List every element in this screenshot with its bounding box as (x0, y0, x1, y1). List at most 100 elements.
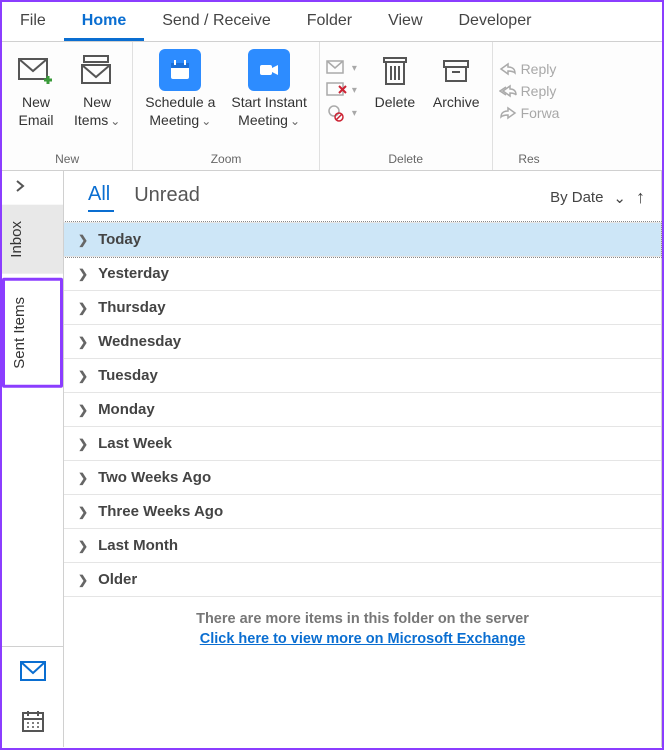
ribbon-group-label-respond: Res (518, 150, 539, 168)
calendar-icon (159, 50, 201, 90)
start-instant-line2: Meeting (238, 112, 300, 130)
sort-direction-icon[interactable]: ↑ (636, 187, 645, 208)
archive-icon (441, 50, 471, 90)
group-older[interactable]: ❯ Older (64, 563, 661, 597)
filter-unread-tab[interactable]: Unread (134, 184, 216, 211)
group-yesterday[interactable]: ❯ Yesterday (64, 257, 661, 291)
filter-all-tab[interactable]: All (88, 183, 114, 212)
forward-label: Forwa (521, 105, 560, 121)
chevron-right-icon (14, 180, 26, 192)
chevron-right-icon: ❯ (78, 539, 88, 553)
start-instant-meeting-button[interactable]: Start Instant Meeting (225, 46, 312, 133)
new-items-icon (80, 50, 114, 90)
schedule-meeting-line2: Meeting (149, 112, 211, 130)
reply-all-button[interactable]: Reply (499, 83, 560, 99)
group-label: Tuesday (98, 367, 158, 384)
chevron-right-icon: ❯ (78, 369, 88, 383)
reply-all-label: Reply (521, 83, 557, 99)
group-label: Yesterday (98, 265, 169, 282)
menuitem-home[interactable]: Home (64, 6, 144, 41)
chevron-down-icon: ⌄ (613, 189, 626, 207)
chevron-right-icon: ❯ (78, 233, 88, 247)
cleanup-button[interactable]: ▾ (326, 82, 357, 98)
chevron-right-icon: ❯ (78, 335, 88, 349)
sort-control[interactable]: By Date ⌄ ↑ (550, 187, 645, 208)
delete-mini-column: ▾ ▾ ▾ (326, 46, 363, 136)
chevron-right-icon: ❯ (78, 437, 88, 451)
group-today[interactable]: ❯ Today (64, 222, 661, 257)
mail-nav-button[interactable] (2, 647, 63, 695)
sidebar-item-inbox[interactable]: Inbox (2, 205, 63, 274)
menuitem-file[interactable]: File (2, 6, 64, 41)
new-email-line1: New (22, 94, 50, 112)
ribbon: New Email New Items New (2, 41, 662, 171)
menuitem-send-receive[interactable]: Send / Receive (144, 6, 289, 41)
chevron-right-icon: ❯ (78, 573, 88, 587)
new-email-line2: Email (18, 112, 53, 130)
ribbon-group-new: New Email New Items New (2, 42, 133, 170)
new-items-line1: New (83, 94, 111, 112)
group-label: Last Week (98, 435, 172, 452)
group-tuesday[interactable]: ❯ Tuesday (64, 359, 661, 393)
forward-button[interactable]: Forwa (499, 105, 560, 121)
group-two-weeks-ago[interactable]: ❯ Two Weeks Ago (64, 461, 661, 495)
view-more-link[interactable]: Click here to view more on Microsoft Exc… (64, 631, 661, 657)
delete-button[interactable]: Delete (367, 46, 423, 116)
ignore-button[interactable]: ▾ (326, 60, 357, 76)
new-items-line2: Items (74, 112, 120, 130)
date-group-list: ❯ Today ❯ Yesterday ❯ Thursday ❯ Wednesd… (64, 222, 661, 597)
junk-button[interactable]: ▾ (326, 104, 357, 122)
ribbon-group-delete: ▾ ▾ ▾ Delete Archive (320, 42, 493, 170)
message-list-pane: All Unread By Date ⌄ ↑ ❯ Today ❯ Yesterd… (64, 171, 662, 747)
menuitem-folder[interactable]: Folder (289, 6, 370, 41)
group-thursday[interactable]: ❯ Thursday (64, 291, 661, 325)
group-label: Last Month (98, 537, 178, 554)
new-email-button[interactable]: New Email (8, 46, 64, 133)
group-last-week[interactable]: ❯ Last Week (64, 427, 661, 461)
group-three-weeks-ago[interactable]: ❯ Three Weeks Ago (64, 495, 661, 529)
reply-button[interactable]: Reply (499, 61, 560, 77)
calendar-nav-icon (21, 709, 45, 733)
envelope-plus-icon (18, 50, 54, 90)
group-wednesday[interactable]: ❯ Wednesday (64, 325, 661, 359)
ribbon-group-respond: Reply Reply Forwa Res (493, 42, 566, 170)
archive-label: Archive (433, 94, 480, 112)
group-label: Three Weeks Ago (98, 503, 223, 520)
schedule-meeting-line1: Schedule a (145, 94, 215, 112)
trash-icon (381, 50, 409, 90)
sidebar-item-sent[interactable]: Sent Items (2, 278, 63, 388)
chevron-right-icon: ❯ (78, 301, 88, 315)
video-icon (248, 50, 290, 90)
expand-folders-button[interactable] (2, 171, 63, 205)
menuitem-view[interactable]: View (370, 6, 440, 41)
delete-label: Delete (375, 94, 415, 112)
folder-sidebar: Inbox Sent Items (2, 171, 64, 747)
schedule-meeting-button[interactable]: Schedule a Meeting (139, 46, 221, 133)
mail-icon (20, 661, 46, 681)
group-monday[interactable]: ❯ Monday (64, 393, 661, 427)
calendar-nav-button[interactable] (2, 695, 63, 747)
new-items-button[interactable]: New Items (68, 46, 126, 133)
archive-button[interactable]: Archive (427, 46, 486, 116)
main-content: Inbox Sent Items All Unread By Date ⌄ ↑ … (2, 171, 662, 747)
group-label: Two Weeks Ago (98, 469, 211, 486)
menuitem-developer[interactable]: Developer (441, 6, 550, 41)
group-label: Today (98, 231, 141, 248)
chevron-right-icon: ❯ (78, 403, 88, 417)
ribbon-group-label-new: New (55, 150, 79, 168)
respond-column: Reply Reply Forwa (499, 46, 560, 136)
ribbon-group-label-zoom: Zoom (211, 150, 242, 168)
list-header: All Unread By Date ⌄ ↑ (64, 179, 661, 222)
group-last-month[interactable]: ❯ Last Month (64, 529, 661, 563)
chevron-right-icon: ❯ (78, 267, 88, 281)
group-label: Wednesday (98, 333, 181, 350)
reply-label: Reply (521, 61, 557, 77)
group-label: Older (98, 571, 137, 588)
group-label: Monday (98, 401, 155, 418)
server-items-message: There are more items in this folder on t… (64, 597, 661, 631)
group-label: Thursday (98, 299, 166, 316)
chevron-right-icon: ❯ (78, 471, 88, 485)
menubar: File Home Send / Receive Folder View Dev… (2, 2, 662, 41)
chevron-right-icon: ❯ (78, 505, 88, 519)
start-instant-line1: Start Instant (231, 94, 306, 112)
